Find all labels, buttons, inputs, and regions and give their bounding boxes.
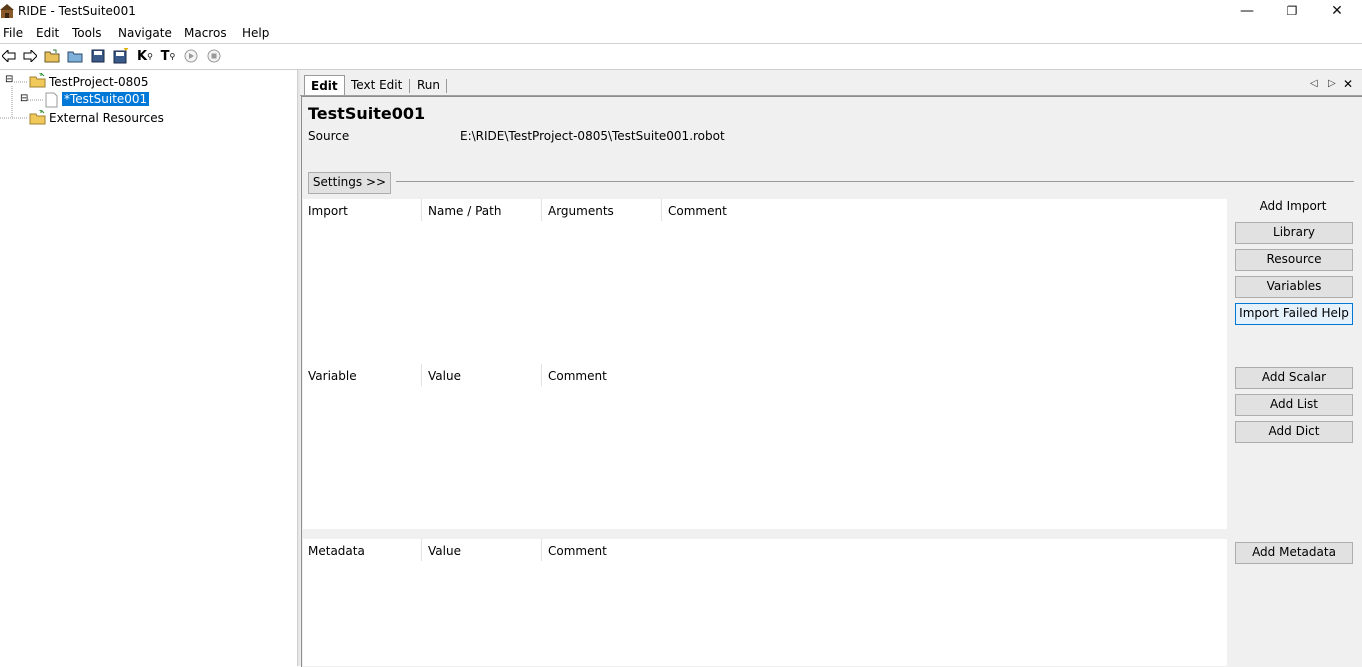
minimize-button[interactable]: — bbox=[1224, 0, 1270, 23]
import-col-comment: Comment bbox=[668, 204, 727, 218]
add-metadata-button[interactable]: Add Metadata bbox=[1235, 542, 1353, 564]
add-library-button[interactable]: Library bbox=[1235, 222, 1353, 244]
tree-suite-label[interactable]: *TestSuite001 bbox=[60, 91, 151, 107]
new-project-folder-icon[interactable] bbox=[43, 47, 61, 65]
close-window-button[interactable]: ✕ bbox=[1314, 0, 1360, 23]
menu-edit[interactable]: Edit bbox=[36, 25, 59, 41]
metadata-col-value: Value bbox=[428, 544, 461, 558]
run-play-icon[interactable] bbox=[182, 47, 200, 65]
tab-close-icon[interactable]: ✕ bbox=[1343, 77, 1353, 91]
add-variables-button[interactable]: Variables bbox=[1235, 276, 1353, 298]
column-separator bbox=[541, 364, 542, 386]
column-separator bbox=[421, 539, 422, 561]
title-bar: RIDE - TestSuite001 — ❐ ✕ bbox=[0, 0, 1362, 23]
project-folder-icon bbox=[29, 72, 46, 91]
save-icon[interactable] bbox=[89, 47, 107, 65]
metadata-table[interactable]: Metadata Value Comment bbox=[303, 539, 1227, 666]
table-gap bbox=[303, 529, 1227, 539]
source-path: E:\RIDE\TestProject-0805\TestSuite001.ro… bbox=[460, 129, 725, 143]
open-folder-icon[interactable] bbox=[66, 47, 84, 65]
import-col-name-path: Name / Path bbox=[428, 204, 502, 218]
tab-scroll-left-icon[interactable]: ◁ bbox=[1310, 78, 1318, 89]
suite-file-icon bbox=[45, 92, 58, 111]
import-col-import: Import bbox=[308, 204, 348, 218]
metadata-col-comment: Comment bbox=[548, 544, 607, 558]
tree-project-label[interactable]: TestProject-0805 bbox=[49, 75, 149, 89]
save-all-icon[interactable] bbox=[112, 47, 130, 65]
ride-app-icon bbox=[0, 3, 14, 19]
settings-toggle-button[interactable]: Settings >> bbox=[308, 172, 391, 194]
window-title: RIDE - TestSuite001 bbox=[18, 4, 136, 18]
add-resource-button[interactable]: Resource bbox=[1235, 249, 1353, 271]
source-label: Source bbox=[308, 129, 350, 143]
external-resources-folder-icon bbox=[29, 109, 46, 128]
tab-edit[interactable]: Edit bbox=[304, 75, 345, 96]
tab-text-edit[interactable]: Text Edit bbox=[345, 75, 408, 95]
search-tests-icon[interactable]: T ⚲ bbox=[159, 47, 177, 65]
forward-arrow-icon[interactable] bbox=[21, 47, 39, 65]
back-arrow-icon[interactable] bbox=[0, 47, 18, 65]
tab-divider bbox=[409, 79, 410, 93]
variable-table[interactable]: Variable Value Comment bbox=[303, 364, 1227, 529]
import-col-arguments: Arguments bbox=[548, 204, 614, 218]
suite-title: TestSuite001 bbox=[308, 104, 426, 123]
menu-help[interactable]: Help bbox=[242, 25, 269, 41]
metadata-col-metadata: Metadata bbox=[308, 544, 365, 558]
menu-tools[interactable]: Tools bbox=[72, 25, 102, 41]
tab-scroll-right-icon[interactable]: ▷ bbox=[1328, 78, 1336, 89]
add-list-button[interactable]: Add List bbox=[1235, 394, 1353, 416]
column-separator bbox=[541, 539, 542, 561]
tree-external-resources-label[interactable]: External Resources bbox=[49, 111, 164, 125]
add-import-label: Add Import bbox=[1259, 199, 1327, 213]
add-dict-button[interactable]: Add Dict bbox=[1235, 421, 1353, 443]
tab-run[interactable]: Run bbox=[411, 75, 446, 95]
variable-col-value: Value bbox=[428, 369, 461, 383]
project-tree: ⊟ TestProject-0805 ⊟ *TestSuite001 Exter… bbox=[0, 70, 297, 666]
variable-col-comment: Comment bbox=[548, 369, 607, 383]
menu-file[interactable]: File bbox=[3, 25, 23, 41]
toolbar: K ⚲ T ⚲ bbox=[0, 44, 1362, 70]
import-failed-help-button[interactable]: Import Failed Help bbox=[1235, 303, 1353, 325]
menu-bar: File Edit Tools Navigate Macros Help bbox=[0, 23, 1362, 44]
column-separator bbox=[661, 199, 662, 221]
collapse-project-icon[interactable]: ⊟ bbox=[5, 75, 14, 85]
column-separator bbox=[421, 199, 422, 221]
stop-icon[interactable] bbox=[205, 47, 223, 65]
column-separator bbox=[421, 364, 422, 386]
import-table[interactable]: Import Name / Path Arguments Comment bbox=[303, 199, 1227, 364]
restore-button[interactable]: ❐ bbox=[1269, 0, 1315, 23]
tab-divider bbox=[446, 79, 447, 93]
add-scalar-button[interactable]: Add Scalar bbox=[1235, 367, 1353, 389]
search-keywords-icon[interactable]: K ⚲ bbox=[136, 47, 154, 65]
settings-divider bbox=[396, 181, 1354, 182]
menu-macros[interactable]: Macros bbox=[184, 25, 227, 41]
column-separator bbox=[541, 199, 542, 221]
variable-col-variable: Variable bbox=[308, 369, 357, 383]
collapse-suite-icon[interactable]: ⊟ bbox=[20, 94, 29, 104]
menu-navigate[interactable]: Navigate bbox=[118, 25, 172, 41]
